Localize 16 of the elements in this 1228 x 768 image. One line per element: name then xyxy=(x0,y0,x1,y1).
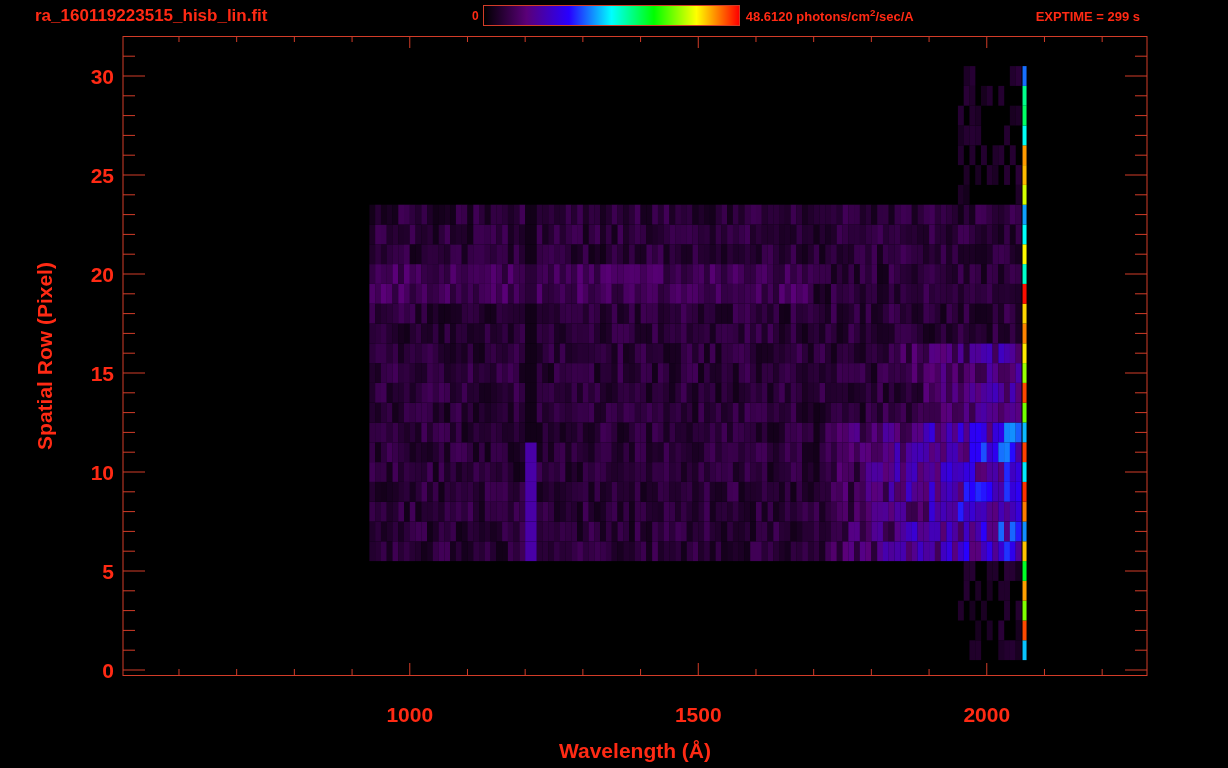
x-tick-label: 2000 xyxy=(963,703,1011,726)
y-tick-label: 20 xyxy=(90,263,114,286)
x-axis-title: Wavelength (Å) xyxy=(558,739,712,762)
exposure-time: EXPTIME = 299 s xyxy=(1035,8,1141,26)
colorbar-max-label: 48.6120 photons/cm$^{2}$/sec/A xyxy=(745,6,915,26)
x-tick-label: 1000 xyxy=(386,703,434,726)
y-tick-label: 25 xyxy=(90,164,114,187)
y-tick-label: 10 xyxy=(90,461,114,484)
y-tick-label: 5 xyxy=(102,560,114,583)
y-tick-label: 0 xyxy=(102,659,114,682)
y-axis-title: Spatial Row (Pixel) xyxy=(33,262,56,450)
y-tick-label: 15 xyxy=(90,362,114,385)
x-tick-label: 1500 xyxy=(674,703,722,726)
file-title: ra_160119223515_hisb_lin.fit xyxy=(35,5,269,27)
colorbar-min-label: 0 xyxy=(472,8,479,25)
y-tick-label: 30 xyxy=(90,65,114,88)
